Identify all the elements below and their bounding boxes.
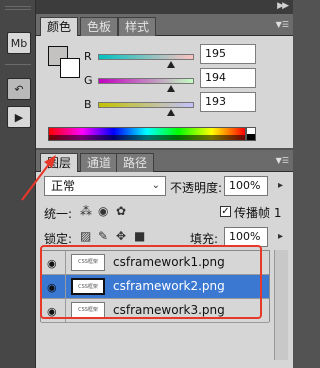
annotation-arrow [21, 155, 56, 201]
